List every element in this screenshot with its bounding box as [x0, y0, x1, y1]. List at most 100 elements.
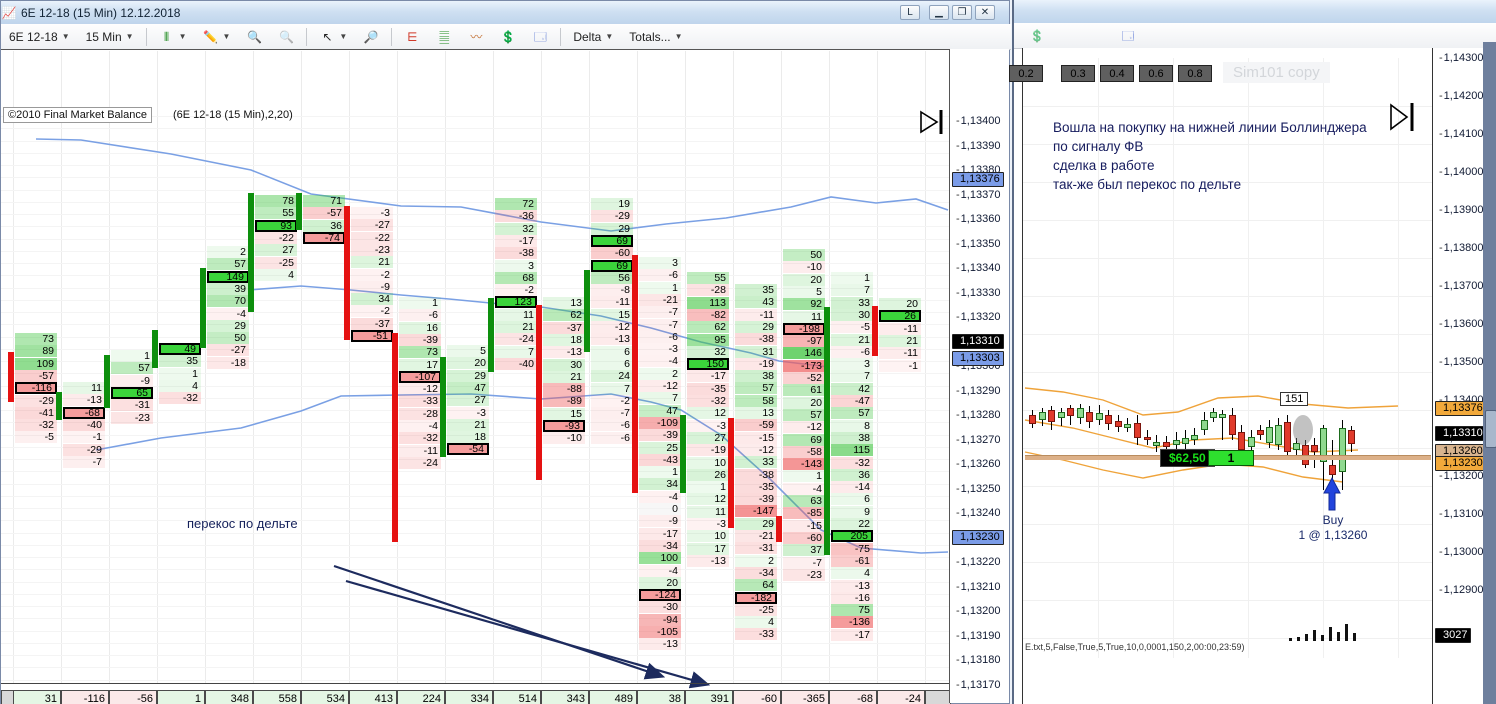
total-cell: -365	[781, 690, 829, 704]
price-label: 1,13210	[956, 581, 1001, 593]
drawing-tools-button[interactable]: ✏️ ▼	[196, 26, 238, 48]
candlestick-plot[interactable]: 0.2 0.3 0.4 0.6 0.8 Sim101 copy Вошла на пок…	[1009, 48, 1433, 704]
data-box-button[interactable]: 🔎	[356, 26, 386, 48]
price-label: 1,13200	[1439, 470, 1484, 482]
grid-panel-button[interactable]: 🗔	[525, 26, 555, 48]
footprint-chart-area[interactable]: 73 89 109 -57 -116 -29 -41 -32 -5 11 -13 -68 -40 -1 -2…	[1, 49, 1009, 704]
price-tag: 1,13230	[952, 530, 1004, 545]
chart-window-footprint: 📈 6E 12-18 (15 Min) 12.12.2018 L ▁ ❐ ✕ 6…	[0, 0, 1011, 704]
totals-dropdown[interactable]: Totals... ▼	[622, 27, 689, 47]
price-label: 1,13900	[1439, 204, 1484, 216]
toolbar-separator	[306, 27, 308, 46]
price-label: 1,13170	[956, 679, 1001, 691]
chevron-down-icon: ▼	[674, 32, 683, 41]
price-label: 1,13320	[956, 311, 1001, 323]
chevron-down-icon: ▼	[339, 32, 348, 41]
total-cell: 558	[253, 690, 301, 704]
footprint-plot[interactable]: 73 89 109 -57 -116 -29 -41 -32 -5 11 -13 -68 -40 -1 -2…	[1, 49, 951, 704]
region-chart-button[interactable]: 〰	[461, 26, 491, 48]
price-label: 1,13190	[956, 630, 1001, 642]
total-cell: 348	[205, 690, 253, 704]
price-label: 1,14100	[1439, 128, 1484, 140]
skip-to-end-icon[interactable]	[1, 50, 949, 704]
toolbar-separator	[145, 27, 147, 46]
delta-dropdown[interactable]: Delta ▼	[566, 27, 620, 47]
interval-dropdown[interactable]: 15 Min ▼	[79, 27, 141, 47]
chart-toolbar: 💲 🗔	[1014, 23, 1496, 49]
dollar-doc-icon: 💲	[500, 29, 516, 44]
window-title: 6E 12-18 (15 Min) 12.12.2018	[21, 5, 181, 20]
volume-bar	[1329, 627, 1332, 641]
price-label: 1,13260	[956, 458, 1001, 470]
total-cell: 391	[685, 690, 733, 704]
chart-style-button[interactable]: ⫴ ▼	[152, 26, 194, 48]
zoom-out-button[interactable]: 🔍	[271, 26, 301, 48]
chevron-down-icon: ▼	[222, 32, 231, 41]
bars-red-icon: ⋿	[407, 29, 418, 44]
price-label: 1,13220	[956, 556, 1001, 568]
side-scrollbar[interactable]	[1483, 42, 1496, 704]
close-button[interactable]: ✕	[975, 5, 995, 20]
price-label: 1,13600	[1439, 318, 1484, 330]
chevron-down-icon: ▼	[605, 32, 614, 41]
total-cell: 413	[349, 690, 397, 704]
total-cell: 224	[397, 690, 445, 704]
price-tag: 1,13230	[1435, 456, 1487, 471]
buy-label: Buy	[1322, 513, 1344, 527]
plot-bottom-line	[1, 683, 949, 684]
chevron-down-icon: ▼	[61, 32, 70, 41]
title-bar[interactable]: 📈 6E 12-18 (15 Min) 12.12.2018 L ▁ ❐ ✕	[1, 1, 1009, 25]
total-cell: -116	[61, 690, 109, 704]
price-label: 1,13350	[956, 238, 1001, 250]
scrollbar-thumb[interactable]	[1485, 410, 1496, 448]
market-depth-button[interactable]: 𝄛	[429, 26, 459, 48]
price-tag: 1,13310	[952, 334, 1004, 349]
left-price-axis[interactable]: 1,134001,133901,133801,133701,133601,133…	[949, 49, 1009, 703]
volume-bar	[1313, 630, 1316, 641]
bar-chart-button[interactable]: ⋿	[397, 26, 427, 48]
cursor-dropdown[interactable]: ↖ ▼	[312, 26, 354, 48]
total-cell: -56	[109, 690, 157, 704]
price-label: 1,14300	[1439, 52, 1484, 64]
buy-arrow-icon	[1323, 476, 1341, 511]
price-tag: 3027	[1435, 628, 1472, 643]
zoom-in-button[interactable]: 🔍	[239, 26, 269, 48]
volume-bar	[1345, 624, 1348, 641]
total-cell: 514	[493, 690, 541, 704]
price-label: 1,13270	[956, 434, 1001, 446]
right-price-axis[interactable]: 1,14300 1,14200 1,14100 1,14000 1,13900 1,138…	[1432, 48, 1487, 704]
buy-detail-label: 1 @ 1,13260	[1298, 528, 1368, 542]
price-label: 1,13500	[1439, 356, 1484, 368]
minimize-button[interactable]: ▁	[929, 5, 949, 20]
title-bar-sliver[interactable]	[1014, 0, 1496, 24]
total-cell: 1	[157, 690, 205, 704]
total-cell: 334	[445, 690, 493, 704]
price-label: 1,14000	[1439, 166, 1484, 178]
link-button[interactable]: L	[900, 5, 920, 20]
grid-icon: 🗔	[533, 29, 547, 44]
instrument-dropdown[interactable]: 6E 12-18 ▼	[2, 27, 77, 47]
price-label: 1,13800	[1439, 242, 1484, 254]
pencil-icon: ✏️	[203, 29, 218, 44]
price-label: 1,13280	[956, 409, 1001, 421]
totals-stub	[925, 690, 951, 704]
price-tag: 1,13303	[952, 351, 1004, 366]
price-label: 1,13390	[956, 140, 1001, 152]
restore-button[interactable]: ❐	[952, 5, 972, 20]
price-label: 1,13370	[956, 189, 1001, 201]
volume-bar	[1321, 635, 1324, 641]
zoom-out-icon: 🔍	[278, 29, 294, 44]
volume-bar	[1289, 638, 1292, 641]
chevron-down-icon: ▼	[125, 32, 134, 41]
account-values-button[interactable]: 💲	[1022, 25, 1052, 47]
candlestick-icon: ⫴	[164, 29, 170, 44]
window-chart-icon: 📈	[1, 5, 17, 20]
grid-panel-button[interactable]: 🗔	[1113, 25, 1143, 47]
chart-toolbar: 6E 12-18 ▼ 15 Min ▼ ⫴ ▼ ✏️ ▼ 🔍 🔍 ↖ ▼ 🔎 ⋿ 𝄛 〰 …	[1, 24, 1011, 50]
total-cell: 489	[589, 690, 637, 704]
price-tag: 1,13376	[1435, 401, 1487, 416]
total-cell: -60	[733, 690, 781, 704]
area-chart-icon: 〰	[470, 29, 483, 44]
price-label: 1,13000	[1439, 546, 1484, 558]
account-values-button[interactable]: 💲	[493, 26, 523, 48]
